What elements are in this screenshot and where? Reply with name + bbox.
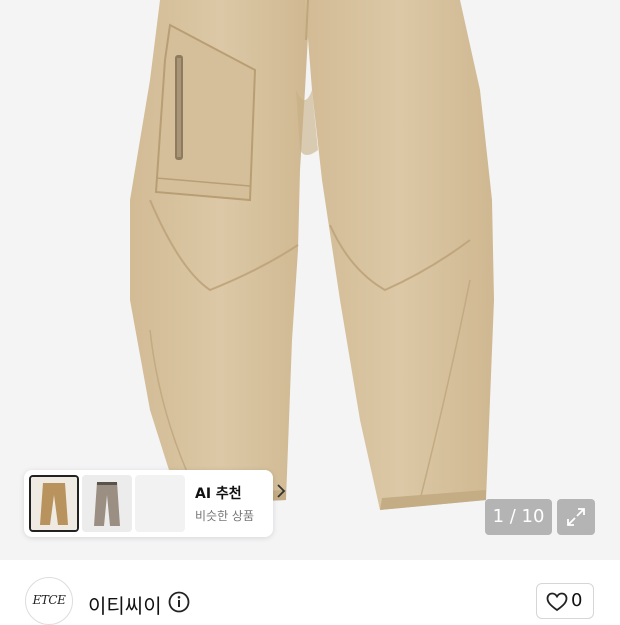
shop-logo-text: ETCE (32, 593, 66, 607)
recommend-subtitle: 비슷한 상품 (195, 509, 255, 523)
gray-pants-thumb-image (82, 475, 132, 532)
heart-icon (546, 592, 568, 612)
image-counter: 1 / 10 (485, 499, 552, 535)
beige-pants-thumb-image (31, 477, 77, 530)
recommend-thumbnail-empty[interactable] (135, 475, 185, 532)
shop-logo[interactable]: ETCE (25, 577, 73, 625)
ai-recommend-card[interactable]: AI 추천 비슷한 상품 (24, 470, 286, 537)
like-count: 0 (571, 590, 583, 611)
recommend-title[interactable]: AI 추천 (195, 483, 242, 503)
recommend-thumbnail-gray[interactable] (82, 475, 132, 532)
info-icon[interactable] (168, 591, 190, 613)
expand-button[interactable] (557, 499, 595, 535)
chevron-right-icon (277, 484, 286, 498)
expand-icon (567, 508, 585, 526)
like-button[interactable]: 0 (536, 583, 594, 619)
shop-name[interactable]: 이티씨이 (88, 590, 162, 619)
recommend-thumbnail-beige[interactable] (29, 475, 79, 532)
